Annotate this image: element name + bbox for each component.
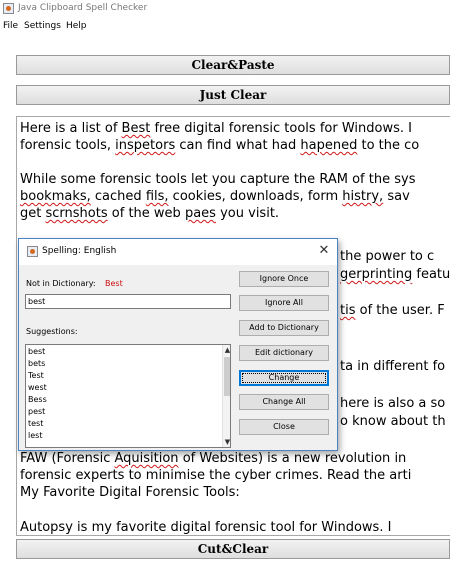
editor-line-4: While some forensic tools let you captur…	[20, 172, 416, 187]
list-item[interactable]: test	[28, 418, 43, 429]
change-button[interactable]: Change	[239, 370, 329, 386]
not-in-dictionary-word: Best	[105, 279, 123, 288]
suggestions-scrollbar[interactable]: ▲ ▼	[222, 345, 230, 447]
list-item[interactable]: Test	[28, 370, 44, 381]
dialog-title-bar: Spelling: English ✕	[19, 239, 337, 265]
dialog-title: Spelling: English	[42, 246, 117, 256]
suggestions-label: Suggestions:	[26, 327, 78, 336]
close-button[interactable]: Close	[239, 419, 329, 435]
clear-paste-button[interactable]: Clear&Paste	[16, 55, 450, 75]
scrollbar-thumb[interactable]	[224, 357, 230, 396]
editor-line-18: o know about th	[340, 414, 446, 429]
close-icon[interactable]: ✕	[317, 243, 331, 259]
editor-line-9: gerprinting featu	[340, 267, 450, 282]
list-item[interactable]: best	[28, 346, 45, 357]
editor-line-1: Here is a list of Best free digital fore…	[20, 121, 412, 136]
editor-line-5: bookmaks, cached fils, cookies, download…	[20, 189, 410, 204]
cut-clear-button[interactable]: Cut&Clear	[16, 539, 450, 559]
java-app-icon	[27, 246, 38, 257]
not-in-dictionary-label: Not in Dictionary:	[26, 279, 96, 288]
editor-line-11: tis of the user. F	[340, 303, 445, 318]
editor-line-21: My Favorite Digital Forensic Tools:	[20, 485, 240, 500]
suggestions-list[interactable]: best bets Test west Bess pest test lest …	[25, 344, 231, 448]
add-to-dictionary-button[interactable]: Add to Dictionary	[239, 320, 329, 336]
list-item[interactable]: Bess	[28, 394, 47, 405]
scroll-up-arrow-icon[interactable]: ▲	[223, 345, 230, 355]
menu-file[interactable]: File	[3, 21, 18, 31]
list-item[interactable]: west	[28, 382, 47, 393]
editor-line-23: Autopsy is my favorite digital forensic …	[20, 520, 392, 535]
list-item[interactable]: bets	[28, 358, 45, 369]
menu-settings[interactable]: Settings	[24, 21, 61, 31]
edit-dictionary-button[interactable]: Edit dictionary	[239, 345, 329, 361]
change-to-field[interactable]: best	[25, 294, 231, 309]
java-app-icon	[3, 3, 14, 14]
editor-line-8: the power to c	[340, 249, 435, 264]
editor-line-19: FAW (Forensic Aquisition of Websites) is…	[20, 451, 407, 466]
menu-bar: File Settings Help	[0, 19, 450, 35]
list-item[interactable]: lest	[28, 430, 42, 441]
editor-line-2: forensic tools, inspetors can find what …	[20, 138, 420, 153]
menu-help[interactable]: Help	[66, 21, 87, 31]
change-all-button[interactable]: Change All	[239, 394, 329, 410]
list-item[interactable]: pest	[28, 406, 45, 417]
editor-line-20: forensic experts to minimise the cyber c…	[20, 468, 412, 483]
editor-line-14: ta in different fo	[340, 359, 446, 374]
window-title: Java Clipboard Spell Checker	[18, 3, 148, 13]
just-clear-button[interactable]: Just Clear	[16, 85, 450, 105]
editor-line-6: get scrnshots of the web paes you visit.	[20, 206, 280, 221]
editor-line-17: here is also a so	[340, 396, 446, 411]
scroll-down-arrow-icon[interactable]: ▼	[223, 437, 230, 447]
title-bar: Java Clipboard Spell Checker	[0, 0, 450, 18]
spelling-dialog: Spelling: English ✕ Not in Dictionary: B…	[18, 238, 338, 451]
ignore-all-button[interactable]: Ignore All	[239, 295, 329, 311]
ignore-once-button[interactable]: Ignore Once	[239, 271, 329, 287]
